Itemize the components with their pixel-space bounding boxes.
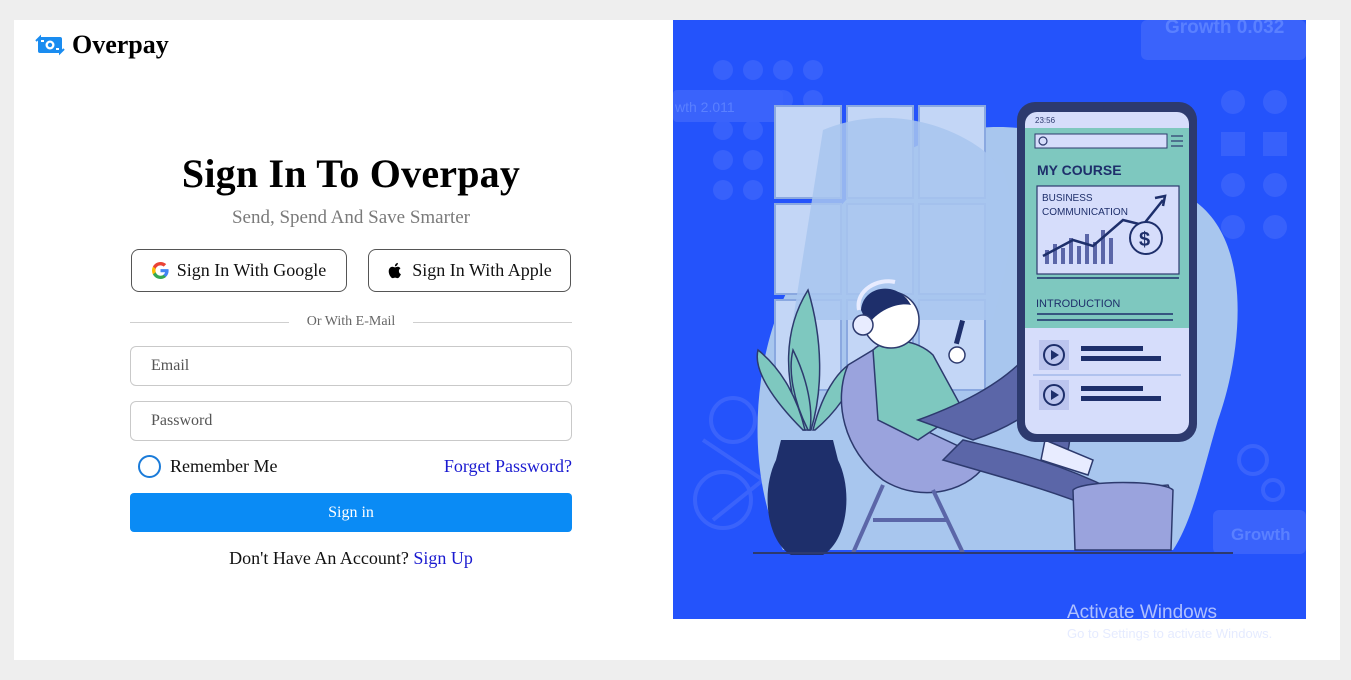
social-login-group: Sign In With Google Sign In With Apple (130, 249, 572, 292)
brand-logo[interactable]: Overpay (34, 30, 169, 60)
email-field[interactable] (130, 346, 572, 386)
google-icon (151, 262, 169, 279)
divider-text: Or With E-Mail (306, 314, 396, 329)
no-account-text: Don't Have An Account? (229, 548, 409, 568)
remember-me-label: Remember Me (170, 456, 278, 476)
course-card-line2: COMMUNICATION (1042, 207, 1128, 218)
illustration-svg: wth 2.011 Growth 0.032 Growth 23:56 MY C… (673, 20, 1306, 619)
forgot-password-link[interactable]: Forget Password? (444, 456, 572, 477)
divider-line-right (413, 321, 573, 323)
google-button-label: Sign In With Google (176, 260, 327, 280)
bg-growth-text-2: wth 2.011 (674, 99, 735, 115)
bg-growth-text-1: Growth 0.032 (1165, 20, 1284, 38)
dollar-icon: $ (1139, 229, 1150, 251)
apple-button-label: Sign In With Apple (412, 260, 552, 280)
apple-sign-in-button[interactable]: Sign In With Apple (368, 249, 571, 292)
watermark-line1: Activate Windows (1067, 602, 1217, 623)
course-card-line1: BUSINESS (1042, 193, 1093, 204)
bg-growth-text-3: Growth (1231, 525, 1291, 544)
windows-activation-watermark: Activate Windows Go to Settings to activ… (1067, 602, 1272, 641)
watermark-line2: Go to Settings to activate Windows. (1067, 626, 1273, 641)
google-sign-in-button[interactable]: Sign In With Google (131, 249, 347, 292)
money-exchange-icon (35, 34, 65, 56)
remember-me-checkbox[interactable]: Remember Me (138, 455, 277, 478)
divider-line-left (130, 321, 289, 323)
page-title: Sign In To Overpay (181, 151, 521, 196)
page-subtitle: Send, Spend And Save Smarter (231, 207, 470, 228)
apple-icon (388, 262, 402, 279)
hero-illustration: wth 2.011 Growth 0.032 Growth 23:56 MY C… (673, 20, 1306, 619)
password-field[interactable] (130, 401, 572, 441)
section-label: INTRODUCTION (1036, 298, 1120, 310)
sign-in-form: Sign In To Overpay Send, Spend And Save … (130, 150, 573, 569)
phone-time: 23:56 (1035, 116, 1056, 125)
sign-in-button[interactable]: Sign in (130, 493, 572, 532)
remember-me-radio[interactable] (138, 455, 161, 478)
signup-prompt: Don't Have An Account? Sign Up (130, 548, 572, 569)
brand-name: Overpay (72, 30, 169, 59)
email-divider: Or With E-Mail (130, 314, 573, 330)
remember-forgot-row: Remember Me Forget Password? (130, 455, 572, 478)
course-title: MY COURSE (1037, 162, 1122, 178)
sign-up-link[interactable]: Sign Up (413, 548, 473, 568)
